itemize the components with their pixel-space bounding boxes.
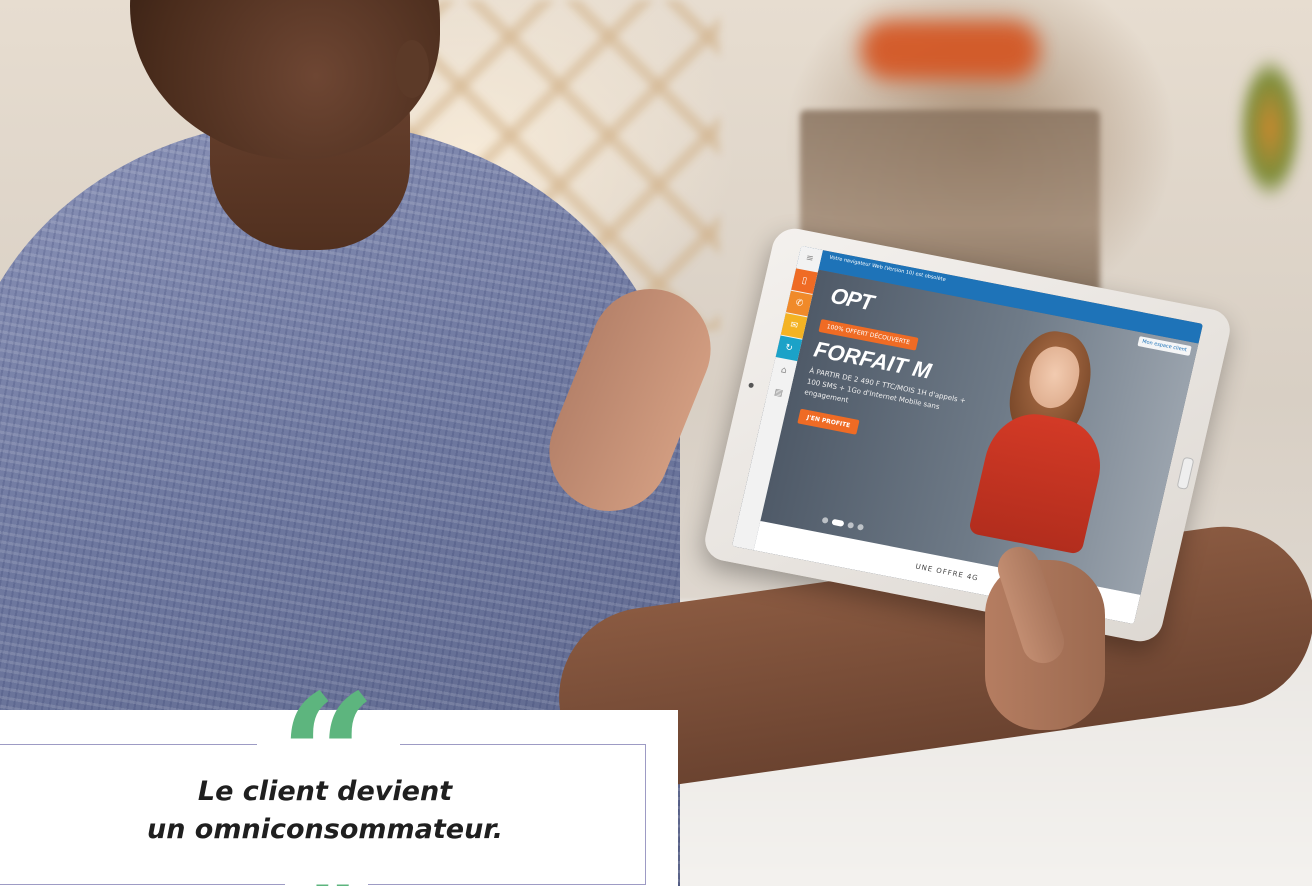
open-quote-icon: “ (279, 657, 377, 857)
quote-border-top-left (0, 744, 257, 745)
plant (1225, 0, 1312, 320)
hero-cta-button: J'EN PROFITE (797, 408, 860, 435)
model-shirt (968, 406, 1111, 555)
carousel-dot (821, 516, 829, 524)
orange-decor (860, 20, 1040, 80)
opt-logo: OPT (828, 282, 876, 316)
carousel-dot (847, 521, 855, 529)
quote-line-2: un omniconsommateur. (146, 814, 504, 845)
carousel-dot-active (831, 518, 845, 527)
close-quote-icon: ” (300, 874, 360, 886)
quote-border-top-right (400, 744, 646, 745)
carousel-dots (821, 516, 865, 531)
quote-border-right (645, 744, 646, 885)
person-ear (395, 40, 429, 98)
quote-border-bottom-left (0, 884, 285, 885)
quote-text: Le client devient un omniconsommateur. (40, 773, 610, 849)
quote-border-bottom-right (368, 884, 646, 885)
quote-line-1: Le client devient (197, 776, 453, 807)
carousel-dot (856, 523, 865, 531)
